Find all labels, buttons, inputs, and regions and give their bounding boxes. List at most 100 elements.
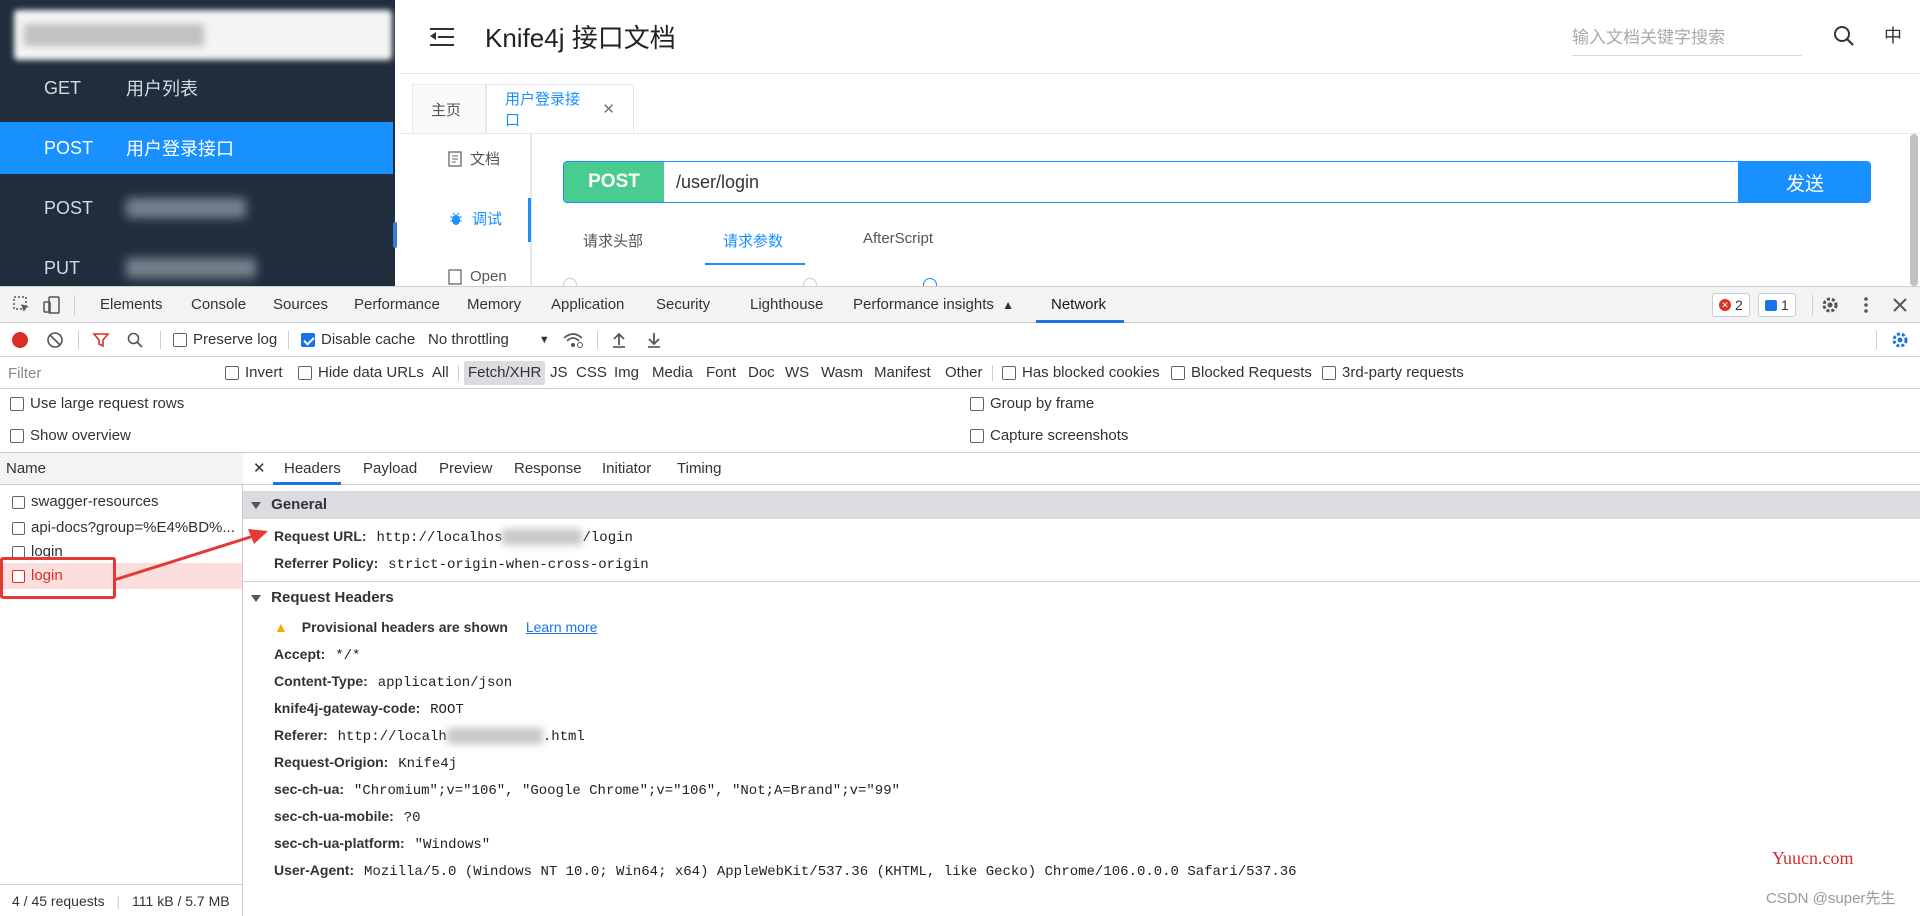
clear-icon[interactable] [46,331,64,349]
checkbox[interactable] [10,396,24,411]
checkbox[interactable] [1002,365,1016,380]
preserve-log-checkbox[interactable]: Preserve log [173,331,277,348]
learn-more-link[interactable]: Learn more [526,619,598,635]
tab-performance[interactable]: Performance [354,287,440,323]
network-settings-gear-icon[interactable] [1890,330,1910,350]
close-icon[interactable]: ✕ [602,100,615,118]
send-button[interactable]: 发送 [1738,162,1870,202]
tab-preview[interactable]: Preview [439,453,492,485]
disable-cache-checkbox[interactable]: Disable cache [301,331,415,348]
tab-application[interactable]: Application [551,287,624,323]
filter-type-css[interactable]: CSS [572,361,611,385]
section-request-headers-header[interactable]: Request Headers [243,584,1920,612]
close-detail-icon[interactable]: ✕ [253,453,266,485]
show-overview-checkbox[interactable]: Show overview [10,427,131,444]
tab-initiator[interactable]: Initiator [602,453,651,485]
throttling-select[interactable]: No throttling ▼ [428,331,550,348]
checkbox[interactable] [970,428,984,443]
large-rows-checkbox[interactable]: Use large request rows [10,395,184,412]
vnav-item-open[interactable]: Open [448,268,507,285]
sidebar-item-user-login[interactable]: POST 用户登录接口 [0,122,393,174]
message-count-badge[interactable]: 1 [1758,293,1796,317]
checkbox[interactable] [10,428,24,443]
export-har-icon[interactable] [646,331,662,349]
group-by-frame-checkbox[interactable]: Group by frame [970,395,1094,412]
tab-memory[interactable]: Memory [467,287,521,323]
third-party-requests-checkbox[interactable]: 3rd-party requests [1322,364,1464,381]
filter-type-fetch-xhr[interactable]: Fetch/XHR [464,361,546,385]
more-options-icon[interactable] [1856,295,1876,315]
search-icon[interactable] [126,331,144,349]
search-icon[interactable] [1832,24,1856,48]
tab-response[interactable]: Response [514,453,582,485]
tab-request-headers[interactable]: 请求头部 [583,230,643,251]
filter-type-doc[interactable]: Doc [744,361,779,385]
column-header-name[interactable]: Name [0,453,243,485]
app-scrollbar[interactable] [1910,134,1918,286]
language-switch[interactable]: 中 [1884,22,1902,48]
filter-type-manifest[interactable]: Manifest [870,361,935,385]
filter-type-media[interactable]: Media [648,361,697,385]
filter-type-img[interactable]: Img [610,361,643,385]
capture-screenshots-checkbox[interactable]: Capture screenshots [970,427,1128,444]
tab-payload[interactable]: Payload [363,453,417,485]
tab-console[interactable]: Console [191,287,246,323]
close-devtools-icon[interactable] [1890,295,1910,315]
watermark-csdn: CSDN @super先生 [1766,890,1896,907]
device-toolbar-icon[interactable] [42,295,62,315]
sidebar-item-put-blurred[interactable]: PUT [0,242,393,286]
checkbox[interactable] [1171,365,1185,380]
tab-user-login[interactable]: 用户登录接口 ✕ [486,84,634,134]
hide-data-urls-checkbox[interactable]: Hide data URLs [298,364,424,381]
tab-request-params[interactable]: 请求参数 [723,230,783,251]
tab-headers[interactable]: Headers [284,453,341,485]
checkbox[interactable] [301,332,315,347]
import-har-icon[interactable] [611,331,627,349]
has-blocked-cookies-checkbox[interactable]: Has blocked cookies [1002,364,1160,381]
tab-network[interactable]: Network [1051,287,1106,323]
filter-type-wasm[interactable]: Wasm [817,361,867,385]
knife4j-app: GET 用户列表 POST 用户登录接口 POST PUT Knife4j 接口… [0,0,1920,286]
tab-elements[interactable]: Elements [100,287,163,323]
filter-type-other[interactable]: Other [941,361,987,385]
checkbox[interactable] [298,365,312,380]
request-row[interactable]: swagger-resources [0,489,242,515]
tab-afterscript[interactable]: AfterScript [863,230,933,247]
sidebar-item-post-blurred[interactable]: POST [0,182,393,234]
invert-checkbox[interactable]: Invert [225,364,283,381]
vnav-item-debug[interactable]: 调试 [448,208,502,229]
tab-sources[interactable]: Sources [273,287,328,323]
menu-fold-icon[interactable] [430,26,454,48]
checkbox[interactable] [225,365,239,380]
vnav-item-docs[interactable]: 文档 [448,148,500,169]
checkbox[interactable] [173,332,187,347]
checkbox[interactable] [970,396,984,411]
filter-type-js[interactable]: JS [546,361,572,385]
filter-type-font[interactable]: Font [702,361,740,385]
file-icon [448,268,462,285]
filter-icon[interactable] [92,331,110,349]
filter-input[interactable] [4,362,210,384]
record-icon[interactable] [12,332,28,348]
network-conditions-icon[interactable] [562,330,584,350]
tab-lighthouse[interactable]: Lighthouse [750,287,823,323]
tab-performance-insights[interactable]: Performance insights ▲ [853,287,1014,323]
error-count-badge[interactable]: ✕ 2 [1712,293,1750,317]
tab-timing[interactable]: Timing [677,453,721,485]
settings-gear-icon[interactable] [1820,295,1840,315]
inspect-icon[interactable] [12,295,32,315]
sidebar-item-user-list[interactable]: GET 用户列表 [0,62,393,114]
tab-home[interactable]: 主页 [412,84,486,134]
filter-type-all[interactable]: All [428,361,453,385]
tab-security[interactable]: Security [656,287,710,323]
divider [74,295,75,315]
url-input[interactable] [664,162,1738,202]
checkbox[interactable] [1322,365,1336,380]
sidebar-scrollbar[interactable] [393,222,397,248]
tab-label: Performance insights [853,296,994,313]
filter-type-ws[interactable]: WS [781,361,813,385]
sidebar-item-label: 用户列表 [126,79,198,99]
section-general-header[interactable]: General [243,491,1920,519]
search-input[interactable] [1572,20,1802,56]
blocked-requests-checkbox[interactable]: Blocked Requests [1171,364,1312,381]
